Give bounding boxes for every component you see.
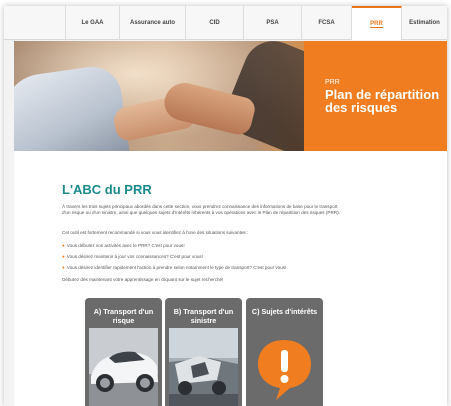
- closing-text: Débutez dès maintenant votre apprentissa…: [62, 277, 224, 282]
- bullet-icon: ●: [62, 254, 65, 259]
- nav-item-psa[interactable]: PSA: [244, 6, 302, 40]
- nav-item-assurance-auto[interactable]: Assurance auto: [120, 6, 186, 40]
- intro-paragraph: À travers les trois sujets principaux ab…: [62, 204, 340, 215]
- nav-item-estimation[interactable]: Estimation: [402, 6, 447, 40]
- nav-label: PSA: [266, 20, 279, 26]
- card-title: B) Transport d'un sinistre: [173, 307, 234, 325]
- browser-frame: Le GAA Assurance auto CID PSA FCSA PRR E…: [4, 6, 447, 406]
- card-title: A) Transport d'un risque: [93, 307, 154, 325]
- list-item-text: Vous désirez identifier rapidement l'act…: [66, 265, 287, 270]
- car-image: [89, 328, 158, 406]
- hero-eyebrow: PRR: [325, 79, 340, 86]
- nav-spacer: [4, 6, 66, 40]
- nav-item-cid[interactable]: CID: [186, 6, 244, 40]
- top-navigation: Le GAA Assurance auto CID PSA FCSA PRR E…: [4, 6, 447, 40]
- topic-card-sujets-interets[interactable]: C) Sujets d'intérêts: [246, 298, 323, 406]
- card-title: C) Sujets d'intérêts: [251, 307, 318, 316]
- nav-item-prr[interactable]: PRR: [352, 6, 402, 40]
- nav-label: Assurance auto: [129, 20, 175, 26]
- list-item: ● Vous désirez identifier rapidement l'ac…: [62, 265, 286, 271]
- bullet-icon: ●: [62, 265, 65, 270]
- hero-banner: PRR Plan de répartition des risques: [14, 41, 447, 151]
- topic-card-transport-risque[interactable]: A) Transport d'un risque: [85, 298, 162, 406]
- handshake-image-sleeve: [14, 63, 130, 151]
- nav-label: FCSA: [318, 20, 335, 26]
- nav-label: Le GAA: [81, 20, 104, 26]
- main-content: L'ABC du PRR À travers les trois sujets …: [14, 151, 447, 406]
- damaged-car-image: [169, 328, 238, 406]
- hero-title: Plan de répartition des risques: [325, 87, 440, 115]
- list-item-text: Vous désirez maintenir à jour vos connai…: [66, 254, 203, 259]
- nav-item-fcsa[interactable]: FCSA: [302, 6, 352, 40]
- nav-label: Estimation: [409, 20, 440, 26]
- topic-card-transport-sinistre[interactable]: B) Transport d'un sinistre: [165, 298, 242, 406]
- list-item: ● Vous désirez maintenir à jour vos conna…: [62, 254, 203, 260]
- list-item-text: Vous débutez vos activités avec le PRR? …: [66, 243, 185, 248]
- nav-item-le-gaa[interactable]: Le GAA: [66, 6, 120, 40]
- nav-label: CID: [209, 20, 220, 26]
- nav-label: PRR: [370, 20, 383, 28]
- page-title: L'ABC du PRR: [62, 182, 152, 197]
- situations-intro: Cet outil est fortement recommandé si vo…: [62, 230, 249, 235]
- list-item: ● Vous débutez vos activités avec le PRR?…: [62, 243, 185, 249]
- alert-illustration: [250, 328, 319, 406]
- bullet-icon: ●: [62, 243, 65, 248]
